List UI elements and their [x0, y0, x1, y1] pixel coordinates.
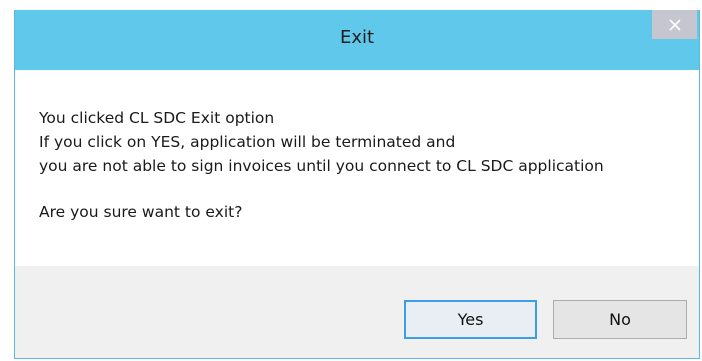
close-button[interactable] [652, 10, 697, 39]
button-area: Yes No [15, 266, 699, 358]
message-line-1: You clicked CL SDC Exit option [39, 109, 275, 127]
title-bar: Exit [15, 10, 699, 70]
message-body: You clicked CL SDC Exit option If you cl… [39, 106, 604, 224]
close-icon [668, 18, 681, 31]
exit-dialog: Exit You clicked CL SDC Exit option If y… [14, 10, 700, 359]
message-line-3: you are not able to sign invoices until … [39, 157, 604, 175]
confirmation-question: Are you sure want to exit? [39, 203, 243, 221]
no-button[interactable]: No [553, 300, 687, 339]
dialog-title: Exit [339, 27, 375, 48]
message-line-2: If you click on YES, application will be… [39, 133, 456, 151]
yes-button[interactable]: Yes [404, 300, 537, 339]
